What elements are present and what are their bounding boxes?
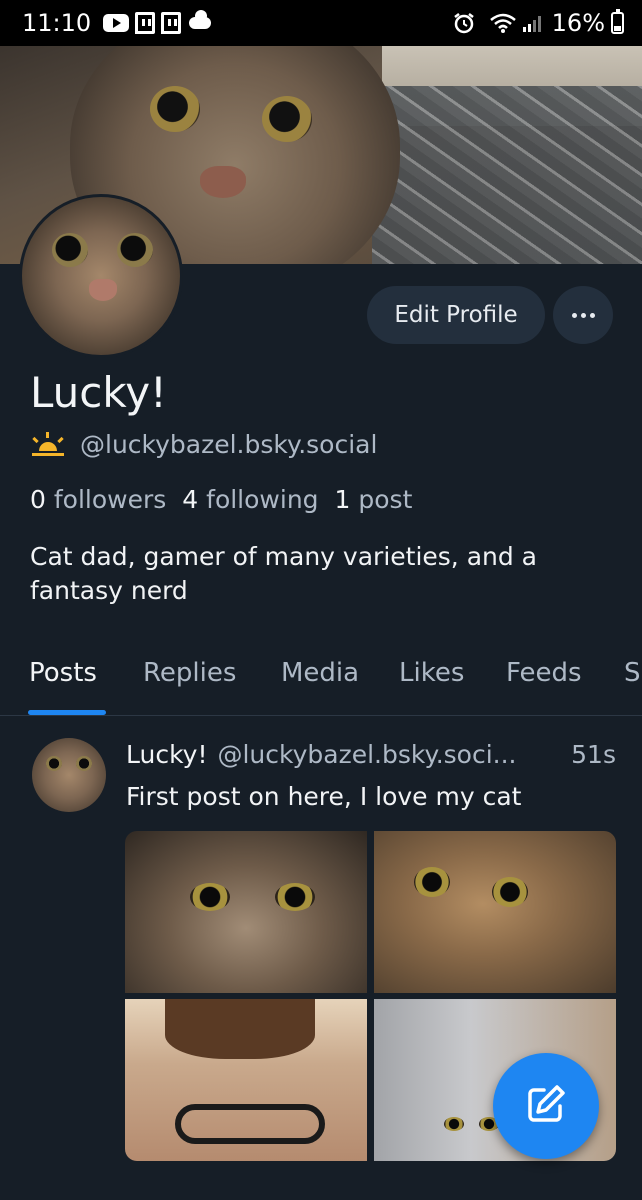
image-cat-eye-left <box>414 867 450 897</box>
battery-percent: 16% <box>551 9 605 37</box>
posts-stat: 1 post <box>335 485 413 514</box>
posts-label: post <box>358 485 413 514</box>
signal-icon <box>522 13 542 33</box>
avatar-cat-eye-right <box>117 233 153 267</box>
post-avatar-eye-right <box>76 756 92 771</box>
post-author-handle[interactable]: @luckybazel.bsky.soci... <box>217 740 516 769</box>
followers-count: 0 <box>30 485 46 514</box>
twitch-icon <box>135 12 156 34</box>
profile-bio: Cat dad, gamer of many varieties, and a … <box>30 542 537 605</box>
banner-cat-nose <box>200 166 246 198</box>
post-timestamp[interactable]: 51s <box>565 740 616 769</box>
profile-stats: 0 followers 4 following 1 post <box>30 485 412 514</box>
following-count: 4 <box>182 485 199 514</box>
status-bar-right: 16% <box>452 9 624 37</box>
post-author-avatar[interactable] <box>32 738 106 812</box>
ellipsis-icon <box>580 312 586 318</box>
post-avatar-eye-left <box>46 756 62 771</box>
compose-post-button[interactable] <box>493 1053 599 1159</box>
avatar-cat-nose <box>89 279 117 301</box>
banner-cat-eye-right <box>262 96 312 142</box>
youtube-icon <box>103 14 130 32</box>
followers-label: followers <box>53 485 167 514</box>
following-stat[interactable]: 4 following <box>182 485 318 514</box>
post-image-3[interactable] <box>125 999 367 1161</box>
status-bar: 11:10 16% <box>0 0 642 46</box>
post-image-2[interactable] <box>374 831 616 993</box>
twitch-icon <box>161 12 182 34</box>
banner-cat-eye-left <box>150 86 200 132</box>
image-cat-eye-left <box>444 1117 464 1131</box>
post-header: Lucky! @luckybazel.bsky.soci... 51s <box>126 740 616 769</box>
image-cat-eye-right <box>492 877 528 907</box>
wifi-icon <box>489 12 516 34</box>
status-time: 11:10 <box>22 9 92 37</box>
tab-starter-packs[interactable]: S <box>624 658 641 688</box>
tab-media[interactable]: Media <box>281 658 359 688</box>
following-label: following <box>206 485 319 514</box>
tab-posts[interactable]: Posts <box>29 658 97 688</box>
banner-blanket <box>372 86 642 264</box>
compose-icon <box>524 1082 568 1130</box>
followers-stat[interactable]: 0 followers <box>30 485 166 514</box>
post-text: First post on here, I love my cat <box>126 782 522 811</box>
tab-feeds[interactable]: Feeds <box>506 658 582 688</box>
profile-handle[interactable]: @luckybazel.bsky.social <box>80 430 377 459</box>
profile-display-name: Lucky! <box>30 368 167 417</box>
image-glasses <box>175 1104 325 1144</box>
ellipsis-icon <box>571 312 577 318</box>
post-author-name[interactable]: Lucky! <box>126 740 207 769</box>
image-cat-eye-left <box>190 883 230 911</box>
profile-handle-row: @luckybazel.bsky.social <box>30 430 377 459</box>
tab-likes[interactable]: Likes <box>399 658 464 688</box>
battery-icon <box>611 9 624 34</box>
profile-tabs: Posts Replies Media Likes Feeds S <box>0 652 642 716</box>
ellipsis-icon <box>589 312 595 318</box>
image-cat-eye-right <box>275 883 315 911</box>
posts-count: 1 <box>334 485 351 514</box>
alarm-icon <box>452 11 476 35</box>
cloud-icon <box>189 10 212 29</box>
image-hair <box>165 999 315 1059</box>
avatar-cat-eye-left <box>52 233 88 267</box>
profile-avatar[interactable] <box>19 194 183 358</box>
tab-replies[interactable]: Replies <box>143 658 236 688</box>
active-tab-indicator <box>28 710 106 715</box>
sunrise-icon <box>30 431 66 458</box>
status-bar-left: 11:10 <box>22 9 212 37</box>
edit-profile-button[interactable]: Edit Profile <box>367 286 545 344</box>
post-image-1[interactable] <box>125 831 367 993</box>
more-options-button[interactable] <box>553 286 613 344</box>
